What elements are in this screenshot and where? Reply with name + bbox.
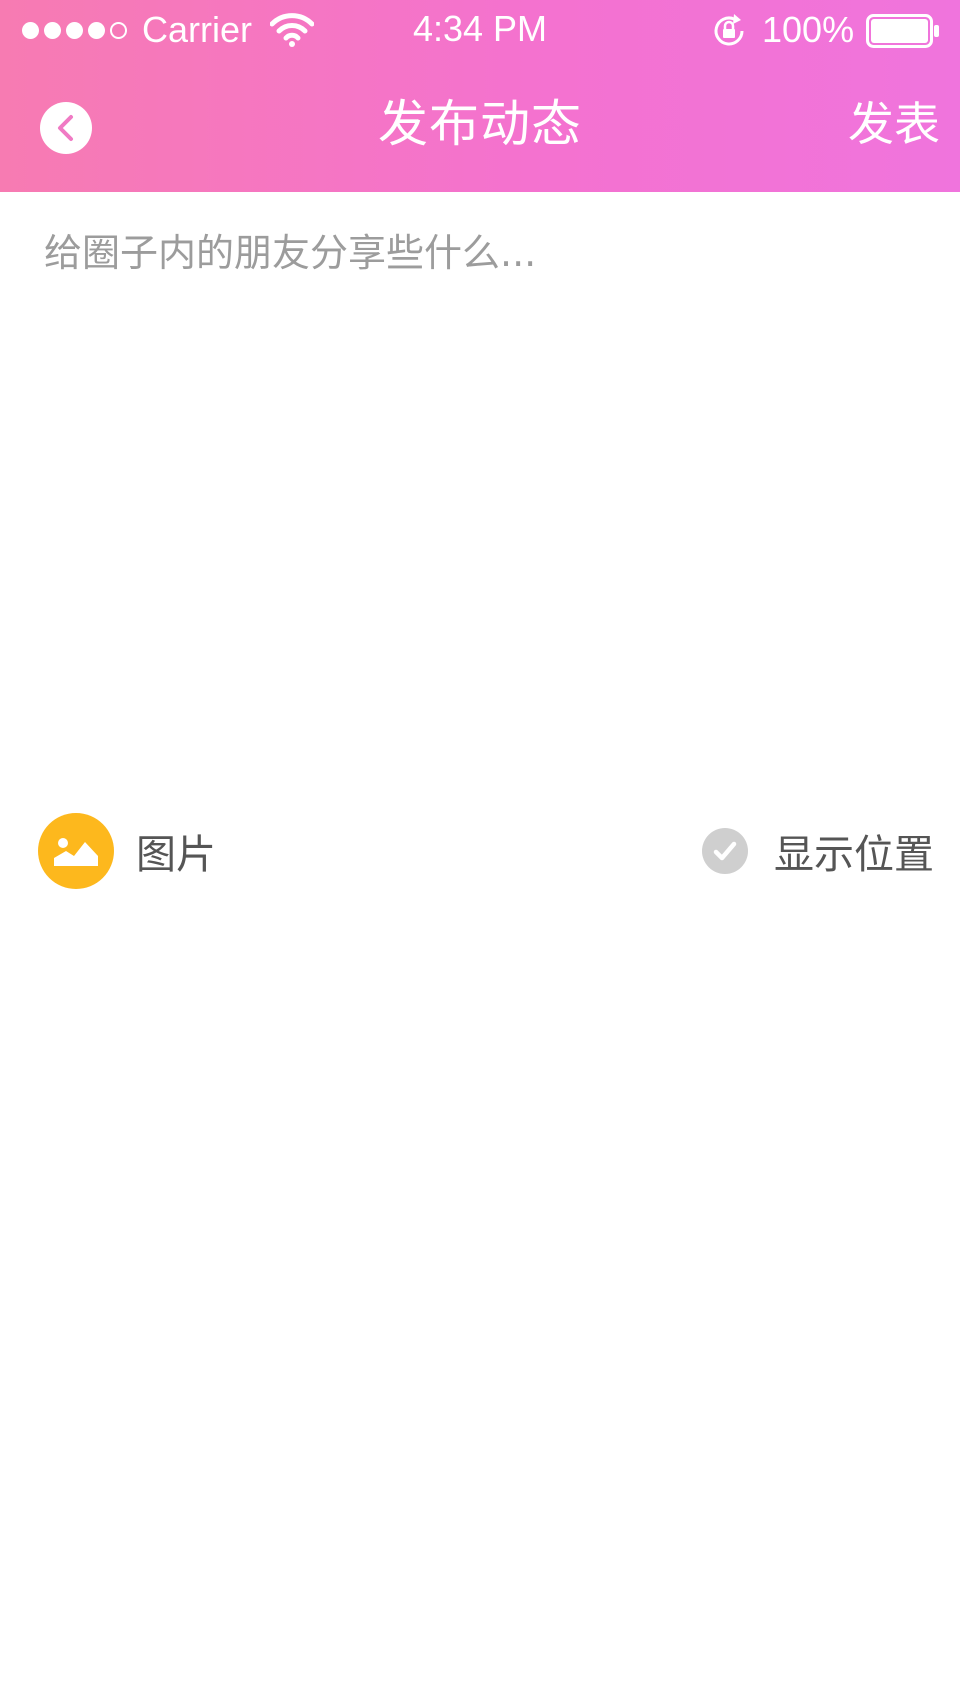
rotation-lock-icon xyxy=(714,14,744,46)
page-title: 发布动态 xyxy=(378,95,582,153)
status-bar: Carrier 4:34 PM 100% xyxy=(0,0,960,62)
publish-button[interactable]: 发表 xyxy=(848,92,940,156)
header: Carrier 4:34 PM 100% 发布动态 发表 xyxy=(0,0,960,192)
add-photo-label: 图片 xyxy=(136,832,216,878)
show-location-toggle[interactable]: 显示位置 xyxy=(702,812,934,890)
battery-icon xyxy=(866,14,939,48)
add-photo-button[interactable]: 图片 xyxy=(38,812,216,890)
photo-icon xyxy=(38,813,114,889)
compose-toolbar: 图片 显示位置 xyxy=(0,812,960,900)
compose-area xyxy=(0,192,960,792)
battery-percent: 100% xyxy=(762,9,855,50)
post-content-input[interactable] xyxy=(44,222,924,742)
show-location-label: 显示位置 xyxy=(774,832,934,878)
check-icon xyxy=(702,828,748,874)
